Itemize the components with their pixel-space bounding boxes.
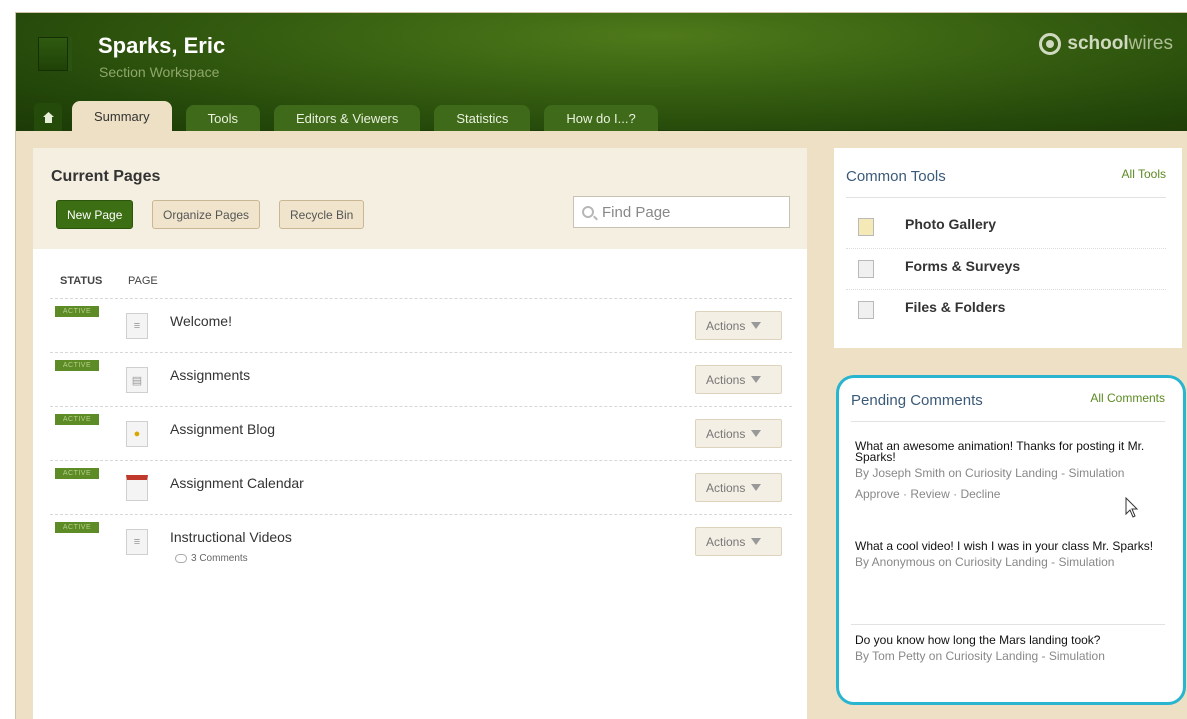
comment-text: What an awesome animation! Thanks for po… (855, 439, 1145, 464)
decline-link[interactable]: Decline (960, 487, 1000, 501)
status-column-header: STATUS (60, 275, 103, 287)
actions-button[interactable]: Actions (695, 365, 782, 394)
page-name[interactable]: Instructional Videos (170, 529, 292, 545)
comment-actions: Approve · Review · Decline (855, 487, 1155, 501)
actions-label: Actions (706, 426, 746, 441)
chevron-down-icon (751, 430, 762, 437)
comment-item: What an awesome animation! Thanks for po… (855, 439, 1155, 501)
divider (846, 197, 1166, 198)
tool-name: Files & Folders (905, 299, 1006, 315)
status-badge: ACTIVE (55, 414, 99, 425)
home-tab[interactable] (34, 103, 62, 131)
tool-name: Forms & Surveys (905, 258, 1021, 274)
document-icon: ▤ (126, 367, 148, 393)
brand-light-text: wires (1128, 33, 1173, 54)
chevron-down-icon (751, 376, 762, 383)
page-subtitle: Section Workspace (99, 64, 220, 80)
chevron-down-icon (751, 538, 762, 545)
page-name[interactable]: Assignment Calendar (170, 475, 304, 491)
comments-count[interactable]: 3 Comments (175, 553, 248, 564)
tab-how-do-i[interactable]: How do I...? (544, 105, 658, 131)
mouse-pointer-icon (1125, 497, 1139, 518)
comment-text: Do you know how long the Mars landing to… (855, 633, 1101, 647)
pending-comments-title: Pending Comments (851, 392, 983, 409)
chevron-down-icon (751, 322, 762, 329)
page-icon: ≡ (126, 529, 148, 555)
status-badge: ACTIVE (55, 468, 99, 479)
tool-item-files-folders[interactable]: Files & Folders (846, 289, 1166, 329)
comment-item: Do you know how long the Mars landing to… (855, 633, 1155, 663)
tool-item-photo-gallery[interactable]: Photo Gallery (846, 207, 1166, 247)
status-badge: ACTIVE (55, 306, 99, 317)
brand-bold-text: school (1067, 33, 1129, 54)
section-logo-icon (38, 37, 68, 71)
recycle-bin-button[interactable]: Recycle Bin (279, 200, 365, 229)
actions-label: Actions (706, 372, 746, 387)
tool-name: Photo Gallery (905, 216, 997, 232)
files-icon (858, 301, 874, 319)
common-tools-panel: Common Tools All Tools Photo Gallery For… (834, 148, 1182, 348)
calendar-icon (126, 475, 148, 501)
table-row: ACTIVE ● Assignment Blog Actions (50, 406, 792, 460)
header: Sparks, Eric Section Workspace school wir… (16, 13, 1187, 131)
current-pages-title: Current Pages (51, 168, 161, 185)
divider (851, 624, 1165, 625)
tool-item-forms-surveys[interactable]: Forms & Surveys (846, 248, 1166, 288)
comment-author: By Anonymous on Curiosity Landing - Simu… (855, 555, 1115, 569)
search-icon (582, 206, 594, 218)
divider (851, 421, 1165, 422)
actions-label: Actions (706, 480, 746, 495)
tab-editors-viewers[interactable]: Editors & Viewers (273, 105, 421, 131)
table-row: ACTIVE ▤ Assignments Actions (50, 352, 792, 406)
find-page-placeholder: Find Page (602, 203, 671, 221)
actions-button[interactable]: Actions (695, 527, 782, 556)
common-tools-title: Common Tools (846, 168, 946, 185)
new-page-button[interactable]: New Page (56, 200, 134, 229)
page-name[interactable]: Welcome! (170, 313, 232, 329)
current-pages-panel: Current Pages New Page Organize Pages Re… (33, 148, 807, 719)
tab-bar: Summary Tools Editors & Viewers Statisti… (34, 101, 672, 131)
actions-button[interactable]: Actions (695, 419, 782, 448)
comment-author: By Joseph Smith on Curiosity Landing - S… (855, 466, 1125, 480)
brand-logo: school wires (1039, 33, 1173, 55)
page-name[interactable]: Assignment Blog (170, 421, 275, 437)
all-comments-link[interactable]: All Comments (1090, 391, 1165, 405)
home-icon (42, 111, 54, 123)
review-link[interactable]: Review (910, 487, 949, 501)
actions-button[interactable]: Actions (695, 473, 782, 502)
page-name[interactable]: Assignments (170, 367, 250, 383)
tab-tools[interactable]: Tools (185, 105, 260, 131)
all-tools-link[interactable]: All Tools (1122, 167, 1166, 181)
photo-gallery-icon (858, 218, 874, 236)
status-badge: ACTIVE (55, 522, 99, 533)
page-icon: ≡ (126, 313, 148, 339)
comments-count-label: 3 Comments (191, 553, 248, 564)
tab-summary[interactable]: Summary (72, 101, 172, 131)
find-page-input[interactable]: Find Page (573, 196, 790, 228)
comment-item: What a cool video! I wish I was in your … (855, 539, 1155, 569)
organize-pages-button[interactable]: Organize Pages (152, 200, 261, 229)
status-badge: ACTIVE (55, 360, 99, 371)
actions-label: Actions (706, 534, 746, 549)
actions-button[interactable]: Actions (695, 311, 782, 340)
comment-author: By Tom Petty on Curiosity Landing - Simu… (855, 649, 1105, 663)
app-frame: Sparks, Eric Section Workspace school wir… (15, 12, 1187, 719)
approve-link[interactable]: Approve (855, 487, 900, 501)
chevron-down-icon (751, 484, 762, 491)
table-row: ACTIVE Assignment Calendar Actions (50, 460, 792, 514)
tab-statistics[interactable]: Statistics (434, 105, 531, 131)
brand-circle-icon (1039, 33, 1062, 55)
blog-bubble-icon: ● (126, 421, 148, 447)
clipboard-icon (858, 260, 874, 278)
comment-bubble-icon (175, 554, 187, 563)
actions-label: Actions (706, 318, 746, 333)
page-column-header: PAGE (128, 275, 158, 287)
pending-comments-panel: Pending Comments All Comments What an aw… (836, 375, 1186, 705)
page-title: Sparks, Eric (98, 33, 226, 58)
table-row: ACTIVE ≡ Instructional Videos 3 Comments… (50, 514, 792, 584)
current-pages-toolbar: Current Pages New Page Organize Pages Re… (33, 148, 807, 249)
table-row: ACTIVE ≡ Welcome! Actions (50, 298, 792, 352)
comment-text: What a cool video! I wish I was in your … (855, 539, 1154, 553)
